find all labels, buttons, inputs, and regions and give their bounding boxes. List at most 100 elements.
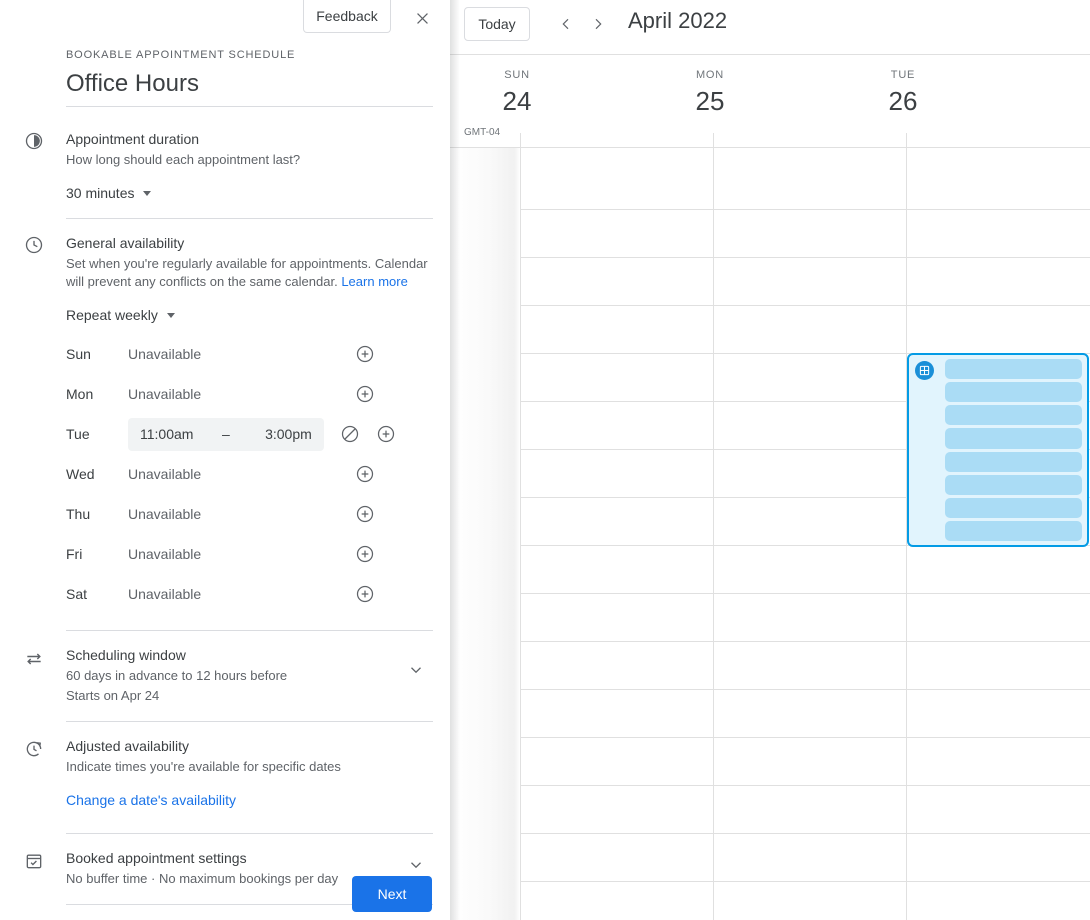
column-divider — [713, 148, 714, 920]
day-status[interactable]: Unavailable — [128, 386, 201, 402]
add-availability-icon[interactable] — [353, 462, 377, 486]
day-label: Tue — [66, 426, 128, 442]
hour-gridline — [520, 833, 1090, 834]
hour-gridline — [520, 641, 1090, 642]
appointment-slot[interactable] — [945, 359, 1082, 379]
day-row-available: Tue 11:00am – 3:00pm — [66, 414, 433, 454]
day-of-week: SUN — [437, 69, 597, 81]
close-icon[interactable] — [407, 3, 437, 33]
day-label: Sat — [66, 586, 128, 602]
add-availability-icon[interactable] — [374, 422, 398, 446]
duration-dropdown[interactable]: 30 minutes — [66, 185, 151, 201]
availability-heading: General availability — [66, 233, 433, 253]
appointment-slot[interactable] — [945, 475, 1082, 495]
calendar-view: Today April 2022 GMT-04 SUN 24 MON 25 TU… — [450, 0, 1090, 920]
remove-availability-icon[interactable] — [338, 422, 362, 446]
time-range-field[interactable]: 11:00am – 3:00pm — [128, 418, 324, 451]
next-button[interactable]: Next — [352, 876, 432, 912]
swap-arrows-icon — [24, 649, 44, 669]
duration-half-circle-icon — [24, 131, 44, 151]
section-scheduling-window[interactable]: Scheduling window 60 days in advance to … — [0, 645, 450, 721]
availability-subtext: Set when you're regularly available for … — [66, 255, 433, 291]
day-header-sun[interactable]: SUN 24 — [437, 69, 597, 119]
expand-scheduling-window-icon[interactable] — [407, 661, 425, 684]
day-row: Sat Unavailable — [66, 574, 433, 614]
add-availability-icon[interactable] — [353, 582, 377, 606]
learn-more-link[interactable]: Learn more — [341, 274, 407, 289]
day-label: Fri — [66, 546, 128, 562]
hour-gridline — [520, 737, 1090, 738]
day-header-mon[interactable]: MON 25 — [630, 69, 790, 119]
chevron-down-icon — [167, 313, 175, 318]
add-availability-icon[interactable] — [353, 502, 377, 526]
adjusted-availability-heading: Adjusted availability — [66, 736, 433, 756]
chevron-left-icon[interactable] — [552, 10, 580, 38]
day-label: Wed — [66, 466, 128, 482]
feedback-button[interactable]: Feedback — [303, 0, 391, 33]
today-button[interactable]: Today — [464, 7, 530, 41]
day-status[interactable]: Unavailable — [128, 506, 201, 522]
day-label: Mon — [66, 386, 128, 402]
appointment-slot[interactable] — [945, 405, 1082, 425]
column-divider — [713, 133, 714, 148]
change-date-availability-link[interactable]: Change a date's availability — [66, 792, 236, 808]
day-number: 26 — [823, 83, 983, 119]
clock-icon — [24, 235, 44, 255]
duration-heading: Appointment duration — [66, 129, 433, 149]
divider — [66, 833, 433, 834]
panel-header: Feedback — [0, 0, 450, 40]
day-number: 24 — [437, 83, 597, 119]
day-row: Wed Unavailable — [66, 454, 433, 494]
day-row: Thu Unavailable — [66, 494, 433, 534]
repeat-dropdown[interactable]: Repeat weekly — [66, 307, 175, 323]
scheduling-window-line2: Starts on Apr 24 — [66, 687, 433, 705]
section-adjusted-availability: Adjusted availability Indicate times you… — [0, 736, 450, 833]
day-row: Fri Unavailable — [66, 534, 433, 574]
day-status[interactable]: Unavailable — [128, 466, 201, 482]
scheduling-window-heading: Scheduling window — [66, 645, 433, 665]
day-label: Thu — [66, 506, 128, 522]
time-separator: – — [208, 426, 244, 442]
day-header-tue[interactable]: TUE 26 — [823, 69, 983, 119]
page-title: Office Hours — [66, 69, 433, 99]
divider — [66, 630, 433, 631]
hour-gridline — [520, 305, 1090, 306]
add-availability-icon[interactable] — [353, 542, 377, 566]
day-label: Sun — [66, 346, 128, 362]
schedule-title-field[interactable]: Office Hours — [66, 69, 433, 107]
calendar-toolbar: Today April 2022 — [450, 0, 1090, 55]
day-status[interactable]: Unavailable — [128, 546, 201, 562]
day-status[interactable]: Unavailable — [128, 346, 201, 362]
add-availability-icon[interactable] — [353, 342, 377, 366]
hour-gridline — [520, 785, 1090, 786]
divider — [66, 218, 433, 219]
appointment-slot[interactable] — [945, 521, 1082, 541]
repeat-value: Repeat weekly — [66, 307, 158, 323]
section-general-availability: General availability Set when you're reg… — [0, 233, 450, 630]
column-divider — [520, 133, 521, 148]
calendar-time-grid[interactable]: 8 AM9 AM10 AM11 AM12 PM1 PM2 PM3 PM4 PM5… — [450, 148, 1090, 920]
end-time-input[interactable]: 3:00pm — [244, 426, 312, 442]
appointment-slot[interactable] — [945, 452, 1082, 472]
panel-kicker: BOOKABLE APPOINTMENT SCHEDULE — [66, 49, 450, 61]
add-availability-icon[interactable] — [353, 382, 377, 406]
appointment-slot[interactable] — [945, 498, 1082, 518]
chevron-right-icon[interactable] — [584, 10, 612, 38]
day-of-week: MON — [630, 69, 790, 81]
hour-gridline — [520, 881, 1090, 882]
appointment-block-tue[interactable] — [907, 353, 1089, 547]
timezone-label: GMT-04 — [464, 127, 500, 138]
calendar-check-icon — [24, 851, 44, 871]
start-time-input[interactable]: 11:00am — [140, 426, 208, 442]
duration-value: 30 minutes — [66, 185, 134, 201]
chevron-down-icon — [143, 191, 151, 196]
hour-gridline — [520, 689, 1090, 690]
day-status[interactable]: Unavailable — [128, 586, 201, 602]
column-divider — [906, 133, 907, 148]
duration-subtext: How long should each appointment last? — [66, 151, 433, 169]
calendar-month-title: April 2022 — [628, 8, 727, 34]
day-row: Mon Unavailable — [66, 374, 433, 414]
appointment-slot[interactable] — [945, 382, 1082, 402]
booked-settings-heading: Booked appointment settings — [66, 848, 433, 868]
appointment-slot[interactable] — [945, 428, 1082, 448]
